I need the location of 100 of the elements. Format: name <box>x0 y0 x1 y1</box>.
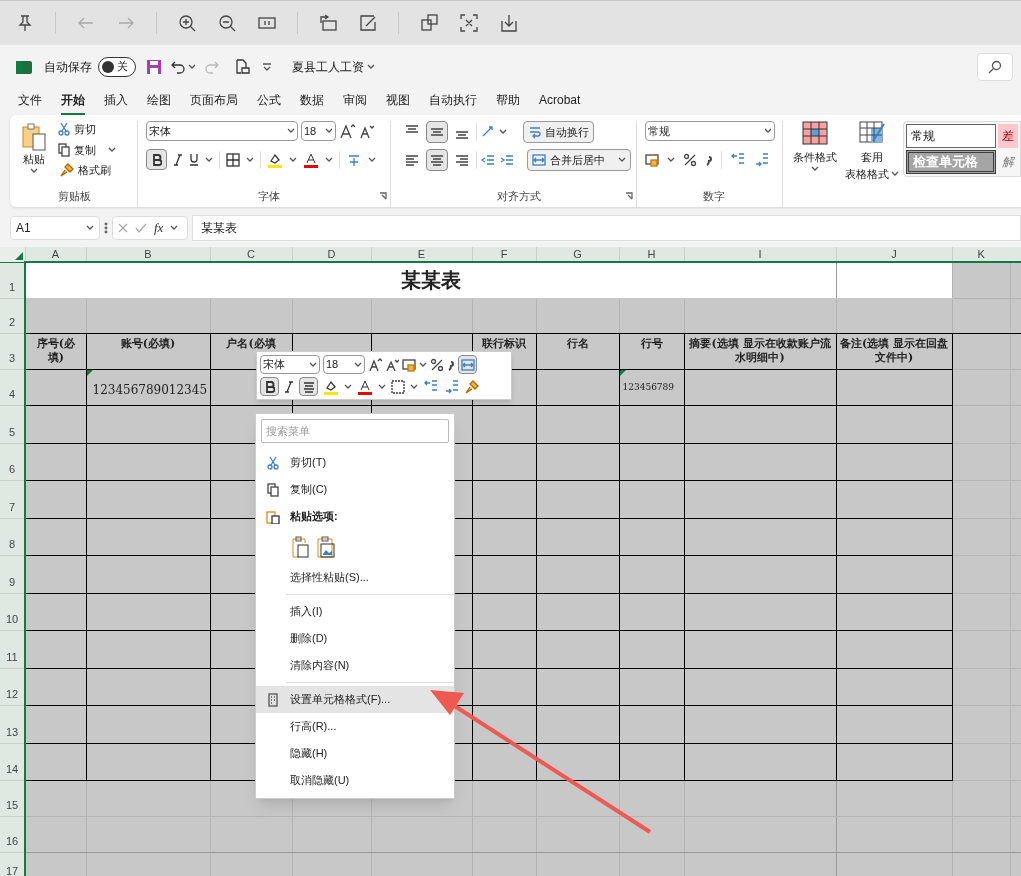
ribbon-tab[interactable]: 视图 <box>386 91 410 115</box>
formula-input[interactable]: 某某表 <box>192 215 1021 241</box>
number-format-dropdown[interactable]: 常规 <box>645 121 775 141</box>
shrink-font-icon[interactable] <box>385 357 399 372</box>
column-header[interactable]: G <box>536 247 619 262</box>
chevron-down-icon[interactable] <box>246 156 254 163</box>
chevron-down-icon[interactable] <box>170 225 179 231</box>
sheet-title[interactable]: 某某表 <box>25 262 836 298</box>
chevron-down-icon[interactable] <box>368 156 376 163</box>
zoom-in-icon[interactable] <box>177 13 197 33</box>
chevron-down-icon[interactable] <box>667 157 675 163</box>
row-header[interactable]: 5 <box>0 405 25 443</box>
percent-icon[interactable] <box>683 153 697 167</box>
row-header[interactable]: 8 <box>0 518 25 555</box>
merge-center-button[interactable]: 合并后居中 <box>527 149 631 171</box>
ribbon-tab[interactable]: 自动执行 <box>429 91 477 115</box>
menu-item[interactable]: 隐藏(H) <box>256 740 454 767</box>
row-header[interactable]: 17 <box>0 852 25 876</box>
row-header[interactable]: 14 <box>0 743 25 780</box>
row-header[interactable]: 15 <box>0 780 25 816</box>
chevron-down-icon[interactable] <box>108 146 116 153</box>
column-header[interactable]: C <box>210 247 292 262</box>
save-icon[interactable] <box>146 58 162 75</box>
grow-font-icon[interactable] <box>339 123 355 139</box>
font-name-dropdown[interactable]: 宋体 <box>260 355 320 374</box>
chevron-down-icon[interactable] <box>811 165 819 172</box>
ribbon-tab[interactable]: 公式 <box>257 91 281 115</box>
menu-item[interactable]: 清除内容(N) <box>256 652 454 679</box>
increase-indent-icon[interactable] <box>499 152 515 168</box>
menu-item[interactable]: 设置单元格格式(F)... <box>256 686 454 713</box>
menu-item[interactable]: 删除(D) <box>256 625 454 652</box>
accounting-format-icon[interactable] <box>645 153 659 167</box>
cell-style-swatch[interactable]: 差 <box>998 124 1018 148</box>
download-icon[interactable] <box>499 13 519 33</box>
rotate-icon[interactable] <box>318 13 338 33</box>
ribbon-tab[interactable]: 页面布局 <box>190 91 238 115</box>
grow-font-icon[interactable] <box>368 357 382 372</box>
font-name-dropdown[interactable]: 宋体 <box>146 121 298 141</box>
column-header[interactable]: E <box>371 247 472 262</box>
ribbon-tab[interactable]: 帮助 <box>496 91 520 115</box>
bold-button[interactable] <box>146 149 167 170</box>
ribbon-tab[interactable]: 审阅 <box>343 91 367 115</box>
menu-item[interactable]: 选择性粘贴(S)... <box>256 564 454 591</box>
ribbon-tab[interactable]: 绘图 <box>147 91 171 115</box>
menu-item[interactable]: 复制(C) <box>256 476 454 503</box>
menu-item[interactable]: 剪切(T) <box>256 449 454 476</box>
menu-item[interactable]: 行高(R)... <box>256 713 454 740</box>
chevron-down-icon[interactable] <box>289 156 297 163</box>
chevron-down-icon[interactable] <box>499 129 507 135</box>
column-header[interactable]: B <box>86 247 210 262</box>
align-center-button[interactable] <box>299 377 318 396</box>
row-header[interactable]: 9 <box>0 555 25 593</box>
align-middle-button[interactable] <box>426 121 448 143</box>
file-name-button[interactable]: 夏县工人工资 <box>292 57 364 76</box>
enter-check-icon[interactable] <box>135 223 147 233</box>
paste-button[interactable]: 粘贴 <box>10 121 58 187</box>
cut-button[interactable]: 剪切 <box>58 121 116 138</box>
chevron-down-icon[interactable] <box>325 156 333 163</box>
row-header[interactable]: 3 <box>0 333 25 369</box>
row-header[interactable]: 4 <box>0 369 25 405</box>
customize-icon[interactable] <box>262 62 272 71</box>
chevron-down-icon[interactable] <box>410 383 418 390</box>
underline-icon[interactable] <box>189 153 199 166</box>
column-header[interactable]: A <box>25 247 86 262</box>
format-as-table-button[interactable]: 套用 表格格式 <box>845 121 899 207</box>
column-header[interactable]: I <box>684 247 836 262</box>
menu-item[interactable]: 粘贴选项: <box>256 503 454 530</box>
wrap-text-button[interactable]: 自动换行 <box>523 121 594 143</box>
chevron-down-icon[interactable] <box>367 63 375 70</box>
accounting-format-icon[interactable] <box>402 357 416 372</box>
chevron-down-icon[interactable] <box>188 63 196 70</box>
paste-picture-icon[interactable] <box>316 536 336 558</box>
row-header[interactable]: 1 <box>0 262 25 298</box>
chevron-down-icon[interactable] <box>378 383 386 390</box>
column-header[interactable]: D <box>292 247 371 262</box>
decrease-decimal-icon[interactable] <box>754 152 770 168</box>
bold-button[interactable] <box>260 377 279 396</box>
column-header[interactable]: K <box>952 247 1010 262</box>
row-header[interactable]: 6 <box>0 443 25 480</box>
menu-item[interactable]: 插入(I) <box>256 598 454 625</box>
italic-icon[interactable] <box>284 380 294 393</box>
font-color-icon[interactable] <box>357 378 373 395</box>
chevron-down-icon[interactable] <box>205 156 213 163</box>
column-header[interactable]: F <box>472 247 536 262</box>
row-header[interactable]: 16 <box>0 816 25 852</box>
chevron-down-icon[interactable] <box>344 383 352 390</box>
align-center-button[interactable] <box>426 149 448 171</box>
conditional-format-button[interactable]: 条件格式 <box>789 121 841 207</box>
chevron-down-icon[interactable] <box>30 167 38 174</box>
paintbrush-icon[interactable] <box>465 379 479 394</box>
row-header[interactable]: 7 <box>0 480 25 518</box>
zoom-out-icon[interactable] <box>217 13 237 33</box>
chevron-down-icon[interactable] <box>419 361 427 368</box>
paste-option-icon[interactable] <box>290 536 310 558</box>
ribbon-tab[interactable]: 数据 <box>300 91 324 115</box>
percent-icon[interactable] <box>430 357 444 372</box>
print-preview-icon[interactable] <box>234 58 250 75</box>
italic-icon[interactable] <box>173 153 183 166</box>
borders-icon[interactable] <box>226 152 240 167</box>
menu-search-field[interactable]: 搜索菜单 <box>261 419 449 443</box>
